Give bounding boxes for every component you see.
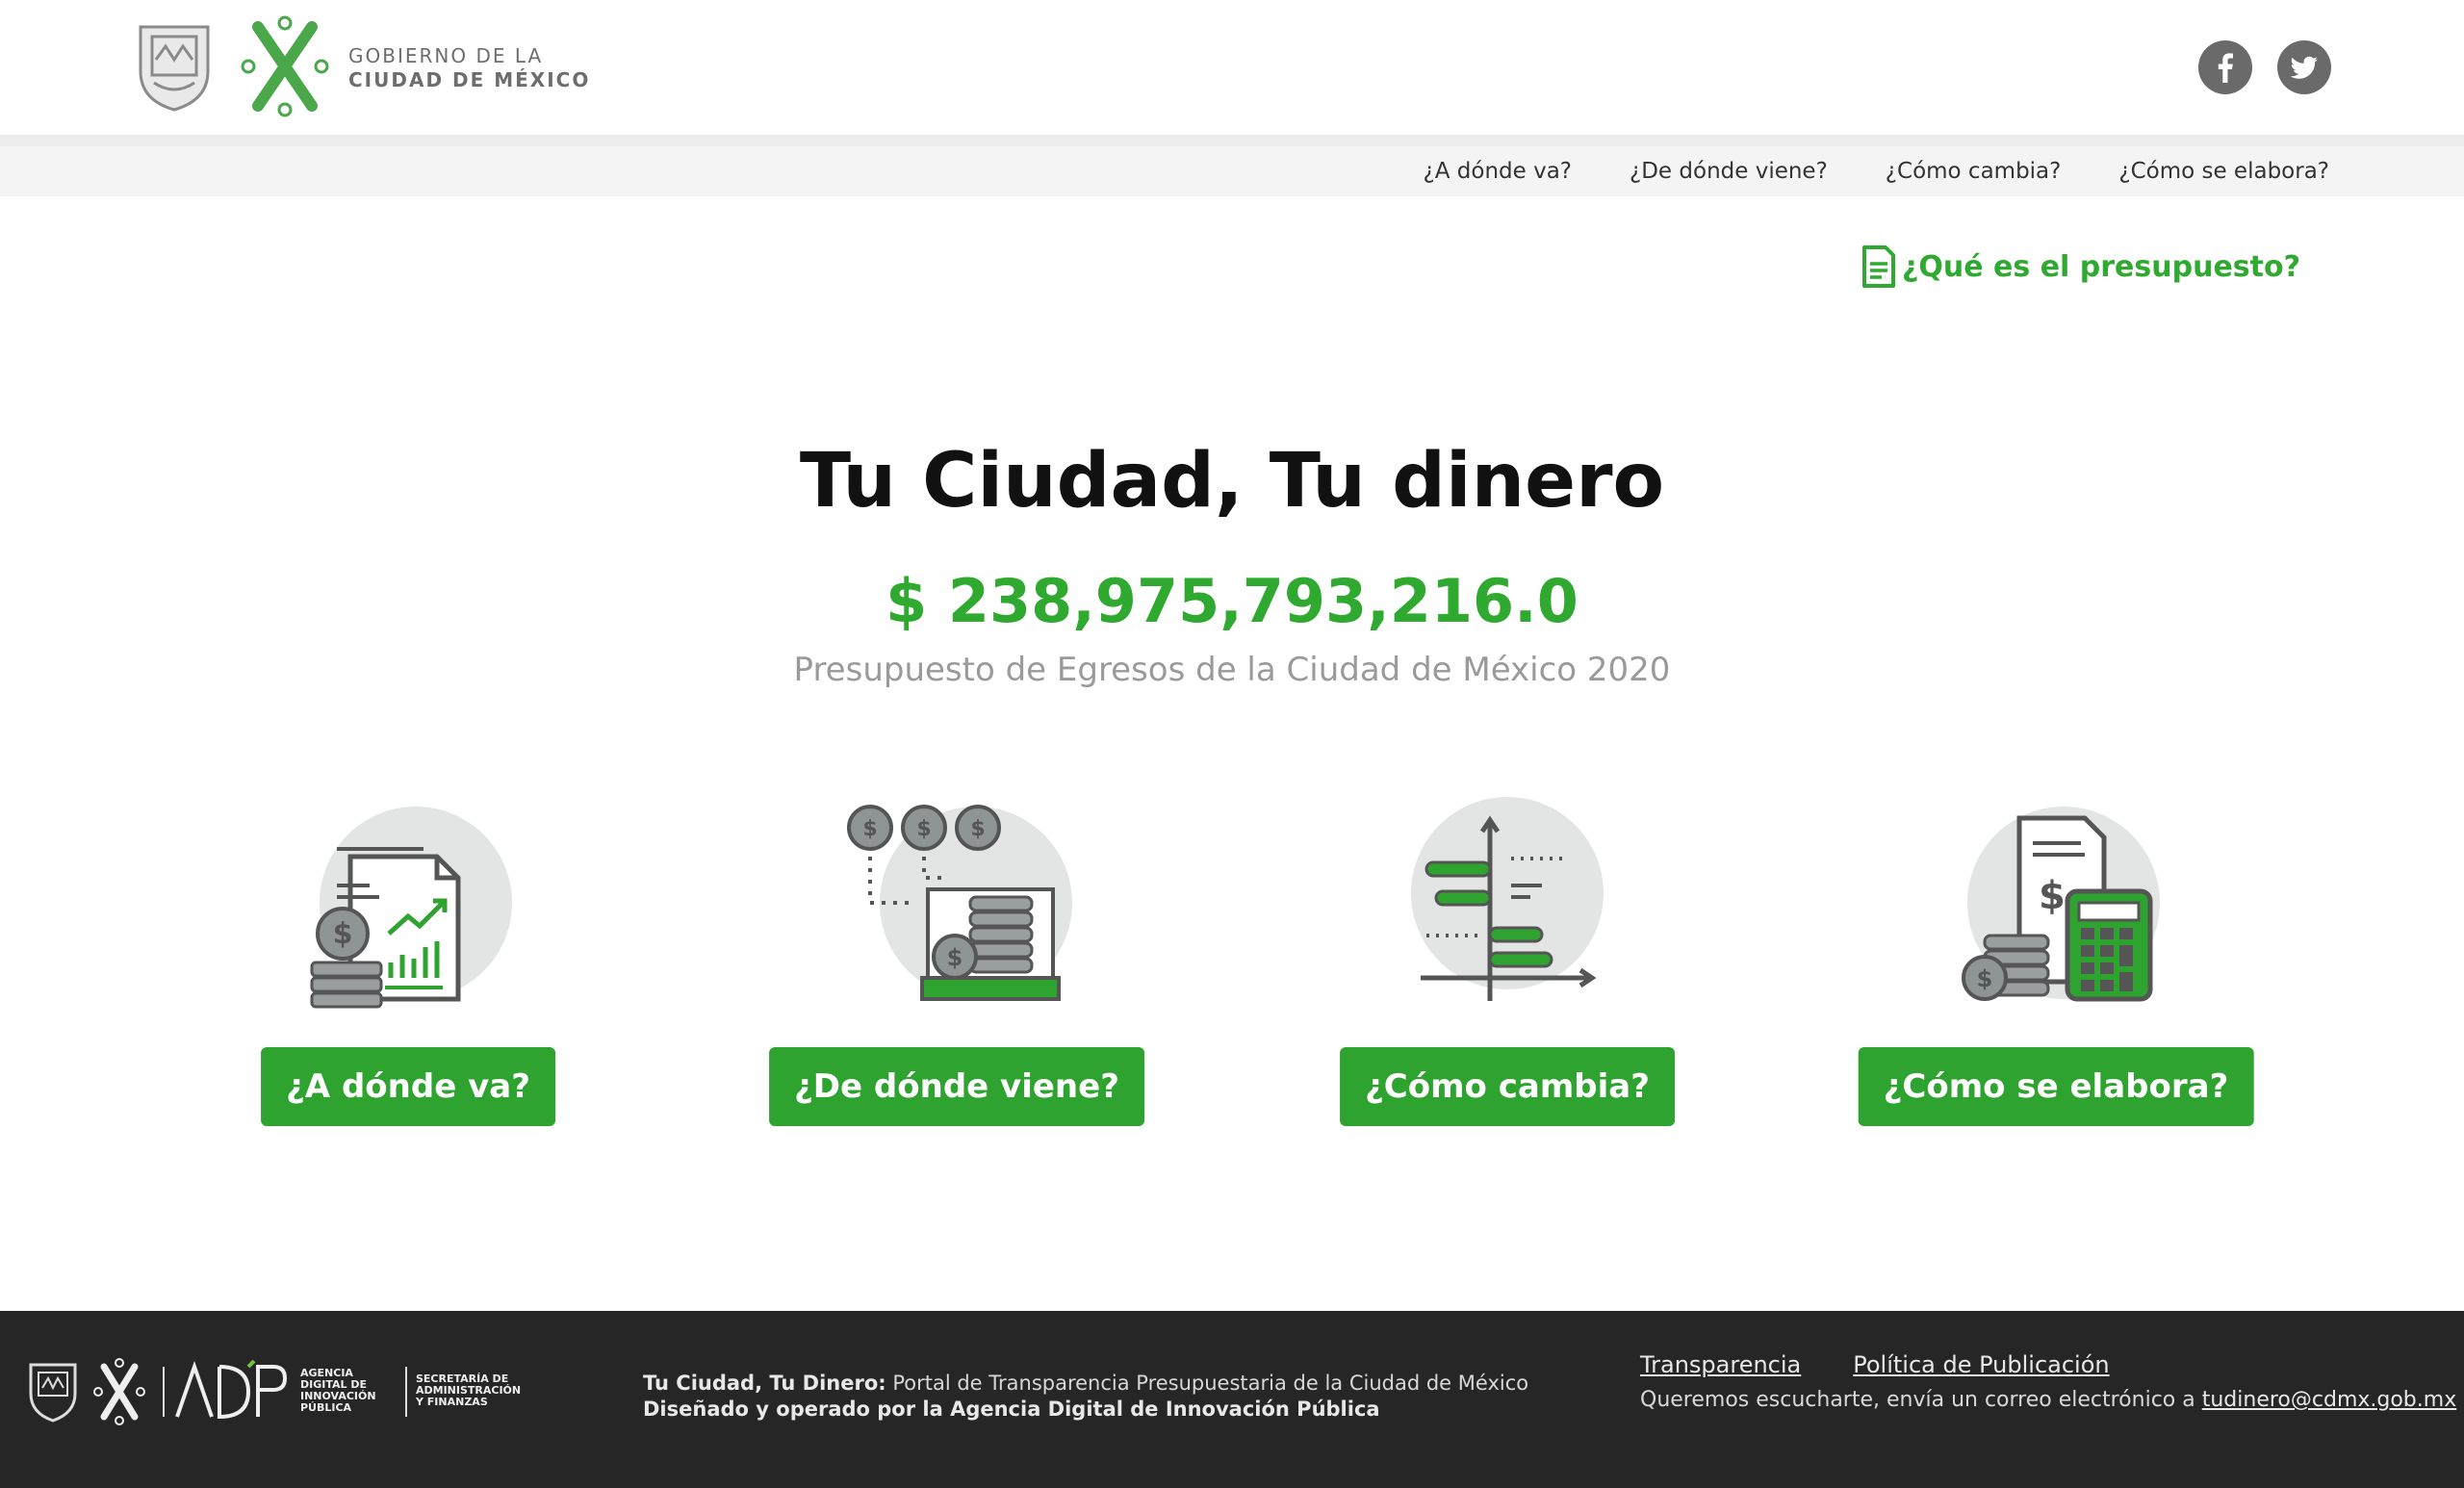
report-chart-icon[interactable]: $ (293, 789, 524, 1011)
svg-text:$: $ (2039, 874, 2066, 918)
que-es-label: ¿Qué es el presupuesto? (1902, 249, 2300, 284)
footer-logos[interactable]: AGENCIA DIGITAL DE INNOVACIÓN PÚBLICA SE… (27, 1357, 547, 1426)
twitter-button[interactable] (2277, 40, 2331, 94)
como-se-elabora-button[interactable]: ¿Cómo se elabora? (1858, 1047, 2254, 1126)
footer-description: Tu Ciudad, Tu Dinero: Portal de Transpar… (643, 1371, 1528, 1423)
gov-line-2: CIUDAD DE MÉXICO (348, 68, 591, 91)
budget-amount: $ 238,975,793,216.0 (886, 566, 1578, 636)
twitter-icon (2290, 56, 2318, 79)
footer-secretaria-line-3: Y FINANZAS (415, 1396, 488, 1408)
card-a-donde-va: $ ¿A dónde va? (158, 789, 658, 1136)
nav-item-como-cambia[interactable]: ¿Cómo cambia? (1886, 159, 2062, 184)
coat-of-arms-icon[interactable] (135, 21, 214, 114)
site-header: GOBIERNO DE LA CIUDAD DE MÉXICO (0, 0, 2464, 135)
budget-subtitle: Presupuesto de Egresos de la Ciudad de M… (793, 651, 1671, 689)
email-link[interactable]: tudinero@cdmx.gob.mx (2202, 1388, 2456, 1412)
de-donde-viene-button[interactable]: ¿De dónde viene? (769, 1047, 1144, 1126)
government-wordmark: GOBIERNO DE LA CIUDAD DE MÉXICO (348, 44, 590, 92)
cdmx-logo-icon[interactable] (239, 13, 331, 119)
coins-flow-icon[interactable]: $ $ $ $ (841, 789, 1072, 1011)
svg-text:$: $ (947, 944, 963, 971)
svg-text:$: $ (1977, 965, 1993, 992)
nav-item-como-se-elabora[interactable]: ¿Cómo se elabora? (2118, 159, 2329, 184)
como-cambia-button[interactable]: ¿Cómo cambia? (1340, 1047, 1675, 1126)
svg-text:$: $ (862, 817, 877, 841)
footer-agency-line-4: PÚBLICA (300, 1401, 352, 1414)
facebook-icon (2218, 53, 2233, 83)
document-icon (1862, 245, 1895, 288)
card-de-donde-viene: $ $ $ $ ¿De dónde viene? (706, 789, 1207, 1136)
page-title: Tu Ciudad, Tu dinero (799, 438, 1665, 525)
card-como-cambia: ¿Cómo cambia? (1257, 789, 1758, 1136)
gov-line-1: GOBIERNO DE LA (348, 44, 544, 67)
bar-chart-axis-icon[interactable] (1392, 789, 1623, 1011)
facebook-button[interactable] (2198, 40, 2252, 94)
svg-text:$: $ (970, 817, 985, 841)
nav-item-a-donde-va[interactable]: ¿A dónde va? (1424, 159, 1572, 184)
politica-publicacion-link[interactable]: Política de Publicación (1853, 1351, 2109, 1378)
footer-links: Transparencia Política de Publicación Qu… (1640, 1351, 2456, 1412)
footer-operated-by: Diseñado y operado por la Agencia Digita… (643, 1398, 1380, 1421)
svg-text:$: $ (333, 917, 353, 951)
footer-listen-text: Queremos escucharte, envía un correo ele… (1640, 1388, 2202, 1412)
nav-item-de-donde-viene[interactable]: ¿De dónde viene? (1630, 159, 1828, 184)
main-nav: ¿A dónde va? ¿De dónde viene? ¿Cómo camb… (0, 135, 2464, 196)
que-es-presupuesto-link[interactable]: ¿Qué es el presupuesto? (1861, 244, 2300, 289)
svg-text:$: $ (916, 817, 931, 841)
footer-brand: Tu Ciudad, Tu Dinero: (643, 1372, 886, 1395)
footer-description-text: Portal de Transparencia Presupuestaria d… (886, 1372, 1529, 1395)
a-donde-va-button[interactable]: ¿A dónde va? (261, 1047, 555, 1126)
site-footer: AGENCIA DIGITAL DE INNOVACIÓN PÚBLICA SE… (0, 1311, 2464, 1488)
calculator-icon[interactable]: $ $ (1940, 789, 2171, 1011)
transparencia-link[interactable]: Transparencia (1640, 1351, 1801, 1378)
card-como-se-elabora: $ $ ¿Cómo se elabora? (1806, 789, 2306, 1136)
